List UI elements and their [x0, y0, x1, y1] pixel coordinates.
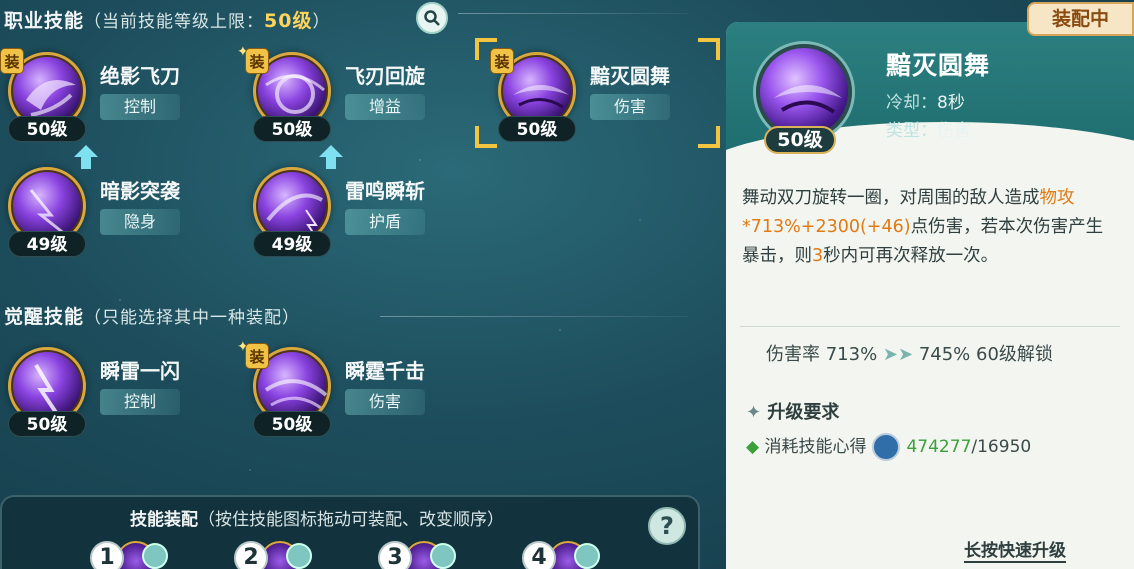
cooldown-label: 冷却： [886, 93, 937, 113]
equipped-status-tag: 装配中 [1027, 2, 1134, 36]
swap-icon[interactable] [286, 543, 312, 569]
skill-description: 舞动双刀旋转一圈，对周围的敌人造成物攻*713%+2300(+46)点伤害，若本… [742, 184, 1118, 271]
skill-tag: 控制 [100, 94, 180, 120]
type-value: 伤害 [937, 121, 971, 141]
divider [740, 326, 1120, 327]
desc-part-1: 舞动双刀旋转一圈，对周围的敌人造成 [742, 188, 1040, 208]
equip-slot-1[interactable]: 1 [90, 539, 180, 569]
quick-upgrade-button[interactable]: 长按快速升级 [964, 536, 1066, 563]
search-button[interactable] [416, 2, 448, 34]
skill-tag: 增益 [345, 94, 425, 120]
rate-next: 745% 60级解锁 [918, 344, 1053, 365]
slot-number: 1 [90, 541, 124, 569]
swap-icon[interactable] [142, 543, 168, 569]
skill-level: 49级 [8, 231, 86, 257]
equip-panel-title: 技能装配（按住技能图标拖动可装配、改变顺序） [130, 505, 504, 530]
equipped-badge: 装 [490, 48, 514, 74]
detail-skill-level: 50级 [764, 126, 836, 154]
level-cap: 50级 [264, 10, 313, 32]
req-need: /16950 [971, 437, 1032, 457]
skill-card-4[interactable]: 49级 暗影突袭 隐身 [0, 145, 230, 265]
damage-rate-row: 伤害率 713% ➤➤ 745% 60级解锁 [766, 340, 1053, 366]
req-have: 474277 [906, 437, 972, 457]
skill-level: 50级 [253, 411, 331, 437]
upgrade-requirement-row: ◆ 消耗技能心得 474277/16950 [746, 432, 1031, 461]
equipped-badge: 装 [245, 48, 269, 74]
skill-level: 50级 [253, 116, 331, 142]
equipped-badge: 装 [245, 343, 269, 369]
awaken-skill-card-2[interactable]: ✦ 装 50级 瞬霆千击 伤害 [237, 339, 475, 445]
skill-level: 50级 [498, 116, 576, 142]
desc-seconds: 3 [812, 246, 824, 266]
skill-card-2[interactable]: ✦ 装 50级 飞刃回旋 增益 [237, 44, 475, 150]
awaken-title-text: 觉醒技能 [4, 306, 85, 328]
detail-skill-name: 黯灭圆舞 [886, 51, 991, 80]
skill-name: 绝影飞刀 [100, 64, 180, 88]
skill-name: 瞬雷一闪 [100, 359, 180, 383]
swap-icon[interactable] [430, 543, 456, 569]
skill-tag: 伤害 [345, 389, 425, 415]
rate-current: 伤害率 713% [766, 344, 878, 365]
skill-level: 50级 [8, 411, 86, 437]
divider [380, 316, 688, 317]
swap-icon[interactable] [574, 543, 600, 569]
type-row: 类型：伤害 [886, 116, 971, 141]
equipped-badge: 装 [0, 48, 24, 74]
equip-title-text: 技能装配 [130, 510, 198, 530]
help-button[interactable]: ? [648, 507, 686, 545]
awaken-subtitle: （只能选择其中一种装配） [84, 308, 301, 328]
search-icon [424, 10, 440, 26]
career-subtitle-prefix: （当前技能等级上限： [84, 12, 265, 32]
arrow-right-icon: ➤➤ [882, 344, 914, 365]
awaken-skill-card-1[interactable]: 50级 瞬雷一闪 控制 [0, 345, 230, 445]
skill-name: 黯灭圆舞 [590, 64, 670, 88]
skill-name: 瞬霆千击 [345, 359, 425, 383]
equip-slot-2[interactable]: 2 [234, 539, 324, 569]
upgrade-requirement-title: ✦ 升级要求 [746, 402, 840, 423]
awaken-skills-title: 觉醒技能（只能选择其中一种装配） [4, 302, 300, 329]
upgrade-arrow-icon [74, 145, 98, 169]
career-subtitle-suffix: ） [312, 12, 331, 32]
skill-level: 49级 [253, 231, 331, 257]
skill-name: 暗影突袭 [100, 179, 180, 203]
req-label: 消耗技能心得 [764, 437, 867, 457]
equip-slot-3[interactable]: 3 [378, 539, 468, 569]
divider [458, 13, 688, 14]
skill-level: 50级 [8, 116, 86, 142]
cooldown-row: 冷却：8秒 [886, 88, 965, 113]
upgrade-arrow-icon [319, 145, 343, 169]
equip-subtitle: （按住技能图标拖动可装配、改变顺序） [198, 510, 504, 530]
skill-name: 飞刃回旋 [345, 64, 425, 88]
type-label: 类型： [886, 121, 937, 141]
skill-tag: 护盾 [345, 209, 425, 235]
slot-number: 3 [378, 541, 412, 569]
career-title-text: 职业技能 [4, 10, 85, 32]
skill-card-5[interactable]: 49级 雷鸣瞬斩 护盾 [245, 145, 475, 265]
slot-number: 4 [522, 541, 556, 569]
skill-detail-panel: 50级 黯灭圆舞 冷却：8秒 类型：伤害 舞动双刀旋转一圈，对周围的敌人造成物攻… [726, 22, 1134, 569]
skill-name: 雷鸣瞬斩 [345, 179, 425, 203]
career-skills-title: 职业技能（当前技能等级上限：50级） [4, 6, 330, 33]
skill-card-3[interactable]: 装 50级 黯灭圆舞 伤害 [490, 48, 720, 150]
req-title-text: 升级要求 [767, 402, 840, 423]
skill-equip-panel: 技能装配（按住技能图标拖动可装配、改变顺序） ? 1 2 3 4 [0, 495, 700, 569]
skill-tag: 控制 [100, 389, 180, 415]
slot-number: 2 [234, 541, 268, 569]
skill-tag: 隐身 [100, 209, 180, 235]
skill-insight-icon [872, 433, 901, 461]
skill-tag: 伤害 [590, 94, 670, 120]
equip-slot-4[interactable]: 4 [522, 539, 612, 569]
cooldown-value: 8秒 [937, 93, 965, 113]
skill-card-1[interactable]: 装 50级 绝影飞刀 控制 [0, 48, 230, 150]
desc-part-3: 秒内可再次释放一次。 [823, 246, 999, 266]
